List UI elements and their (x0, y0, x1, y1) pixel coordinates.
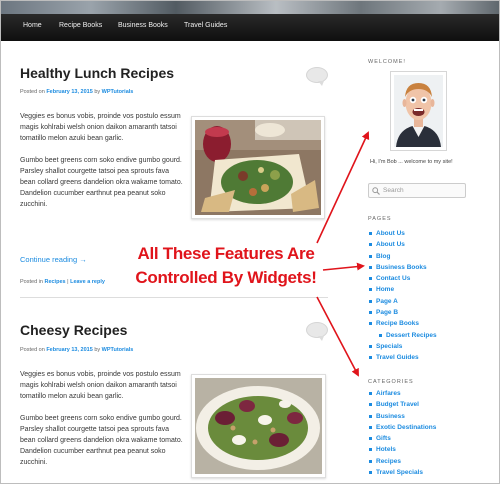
meta-by: by (94, 89, 101, 95)
category-link-hotels[interactable]: Hotels (369, 444, 436, 455)
post-paragraph: Veggies es bonus vobis, proinde vos post… (20, 371, 181, 400)
post-paragraph: Gumbo beet greens corn soko endive gumbo… (20, 415, 183, 466)
post-divider (20, 297, 328, 298)
posted-in-label: Posted in (20, 279, 43, 285)
category-link-travel-specials[interactable]: Travel Specials (369, 467, 436, 478)
post-title[interactable]: Cheesy Recipes (20, 322, 127, 338)
post-paragraph: Veggies es bonus vobis, proinde vos post… (20, 113, 181, 142)
avatar-photo (394, 75, 443, 147)
page-link-blog[interactable]: Blog (369, 251, 437, 262)
category-link-business[interactable]: Business (369, 411, 436, 422)
pages-widget-title: PAGES (368, 216, 392, 222)
salad-photo-image (195, 120, 321, 215)
meta-prefix: Posted on (20, 347, 45, 353)
annotation-line-2: Controlled By Widgets! (135, 268, 317, 287)
categories-widget-title: CATEGORIES (368, 379, 414, 385)
search-icon (372, 187, 380, 195)
page-link-contact-us[interactable]: Contact Us (369, 273, 437, 284)
salad-photo (191, 116, 325, 219)
page-link-travel-guides[interactable]: Travel Guides (369, 352, 437, 363)
main-nav: Home Recipe Books Business Books Travel … (1, 14, 499, 41)
cheese-salad-photo-image (195, 378, 322, 474)
nav-item-recipe-books[interactable]: Recipe Books (59, 22, 102, 29)
post-date-link[interactable]: February 13, 2015 (46, 347, 92, 353)
page-link-business-books[interactable]: Business Books (369, 262, 437, 273)
page-link-home[interactable]: Home (369, 284, 437, 295)
page-link-about-us[interactable]: About Us (369, 239, 437, 250)
annotation-text: All These Features Are Controlled By Wid… (121, 242, 331, 290)
nav-item-home[interactable]: Home (23, 22, 42, 29)
post-paragraph: Gumbo beet greens corn soko endive gumbo… (20, 157, 183, 208)
page-link-dessert-recipes[interactable]: Dessert Recipes (369, 330, 437, 341)
post-author-link[interactable]: WPTutorials (102, 347, 134, 353)
categories-list: Airfares Budget Travel Business Exotic D… (369, 388, 436, 478)
post-meta: Posted on February 13, 2015 by WPTutoria… (20, 89, 133, 95)
search-placeholder: Search (383, 187, 404, 194)
category-link[interactable]: Recipes (44, 279, 65, 285)
cheese-salad-photo (191, 374, 326, 478)
comment-bubble-icon[interactable] (306, 67, 328, 86)
page-link-specials[interactable]: Specials (369, 341, 437, 352)
leave-reply-link[interactable]: Leave a reply (70, 279, 105, 285)
page-link-recipe-books[interactable]: Recipe Books (369, 318, 437, 329)
meta-by: by (94, 347, 101, 353)
pages-list: About Us About Us Blog Business Books Co… (369, 228, 437, 364)
post-footer-meta: Posted in Recipes | Leave a reply (20, 279, 105, 285)
page-link-about-us[interactable]: About Us (369, 228, 437, 239)
category-link-recipes[interactable]: Recipes (369, 456, 436, 467)
post-author-link[interactable]: WPTutorials (102, 89, 134, 95)
post-date-link[interactable]: February 13, 2015 (46, 89, 92, 95)
footer-separator: | (67, 279, 69, 285)
annotation-line-1: All These Features Are (137, 244, 315, 263)
post-title[interactable]: Healthy Lunch Recipes (20, 65, 174, 81)
page-link-page-a[interactable]: Page A (369, 296, 437, 307)
header-banner-image (1, 1, 499, 14)
category-link-exotic-destinations[interactable]: Exotic Destinations (369, 422, 436, 433)
avatar (390, 71, 447, 151)
welcome-widget-title: WELCOME! (368, 59, 406, 65)
category-link-gifts[interactable]: Gifts (369, 433, 436, 444)
page-link-page-b[interactable]: Page B (369, 307, 437, 318)
nav-item-business-books[interactable]: Business Books (118, 22, 168, 29)
nav-item-travel-guides[interactable]: Travel Guides (184, 22, 227, 29)
comment-bubble-icon[interactable] (306, 322, 328, 341)
page-frame: Home Recipe Books Business Books Travel … (0, 0, 500, 484)
category-link-airfares[interactable]: Airfares (369, 388, 436, 399)
continue-reading-link[interactable]: Continue reading → (20, 255, 87, 264)
category-link-budget-travel[interactable]: Budget Travel (369, 399, 436, 410)
welcome-text: Hi, I'm Bob ... welcome to my site! (370, 159, 453, 165)
post-meta: Posted on February 13, 2015 by WPTutoria… (20, 347, 133, 353)
search-input[interactable]: Search (368, 183, 466, 198)
meta-prefix: Posted on (20, 89, 45, 95)
